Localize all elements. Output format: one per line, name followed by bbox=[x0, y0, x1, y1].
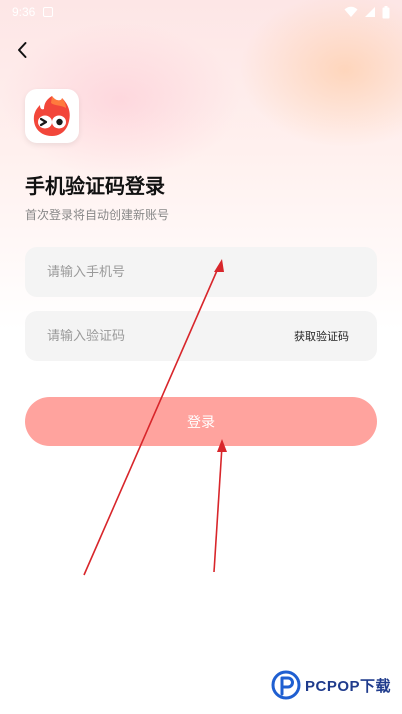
phone-field[interactable] bbox=[25, 247, 377, 297]
wifi-icon bbox=[344, 6, 358, 17]
status-icons bbox=[344, 5, 390, 19]
page-subtitle: 首次登录将自动创建新账号 bbox=[25, 208, 170, 222]
status-time: 9:36 bbox=[12, 5, 36, 19]
phone-input[interactable] bbox=[47, 264, 355, 280]
pcpop-logo-icon bbox=[271, 670, 301, 700]
notification-icon bbox=[43, 7, 54, 17]
back-button[interactable] bbox=[10, 38, 34, 62]
code-field[interactable]: 获取验证码 bbox=[25, 311, 377, 361]
annotation-arrow-login bbox=[213, 439, 227, 573]
flame-mascot-icon bbox=[33, 96, 70, 136]
signal-icon bbox=[365, 7, 375, 17]
get-code-button[interactable]: 获取验证码 bbox=[294, 328, 349, 344]
battery-icon bbox=[382, 5, 390, 18]
verification-code-input[interactable] bbox=[47, 328, 294, 344]
login-button[interactable]: 登录 bbox=[25, 397, 377, 446]
status-bar: 9:36 bbox=[0, 0, 402, 24]
watermark: PCPOP下载 bbox=[271, 670, 391, 700]
watermark-text: PCPOP下载 bbox=[305, 677, 392, 695]
chevron-left-icon bbox=[18, 42, 27, 58]
page-title: 手机验证码登录 bbox=[25, 174, 165, 198]
app-logo bbox=[25, 89, 79, 143]
